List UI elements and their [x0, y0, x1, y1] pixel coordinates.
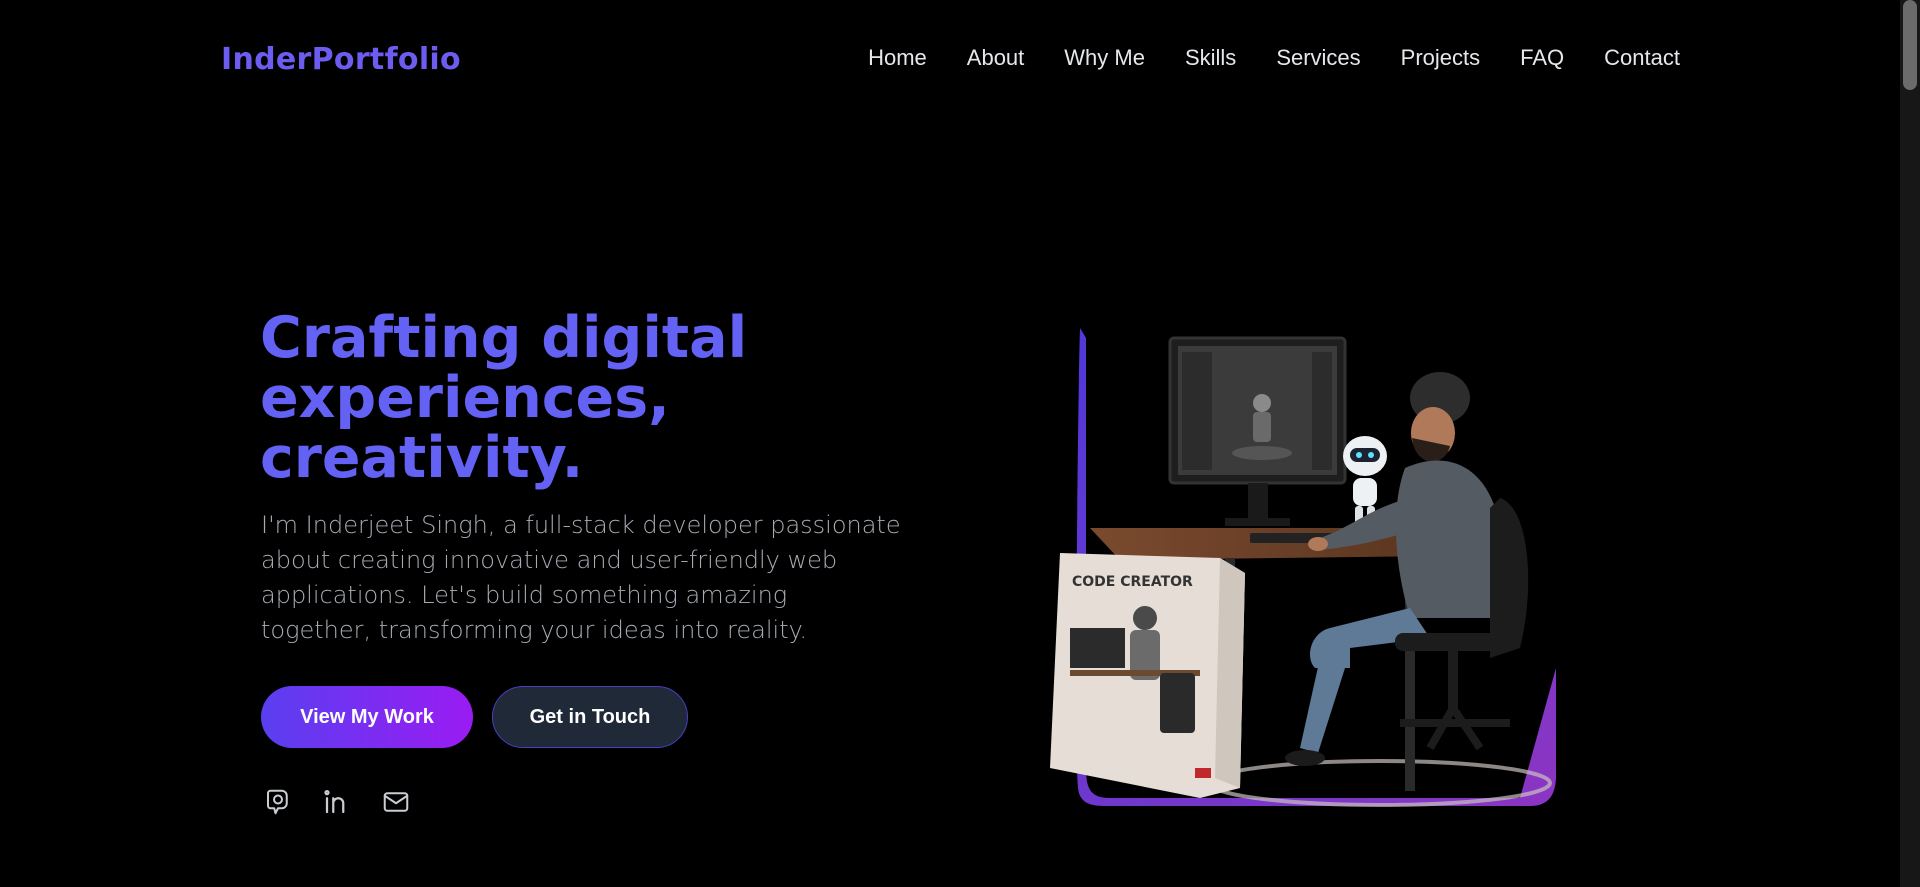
- nav-links: Home About Why Me Skills Services Projec…: [868, 45, 1680, 71]
- navbar: InderPortfolio Home About Why Me Skills …: [0, 0, 1900, 120]
- hero-title-line: Crafting digital: [260, 305, 748, 371]
- nav-link-home[interactable]: Home: [868, 45, 927, 71]
- hero-description: I'm Inderjeet Singh, a full-stack develo…: [261, 511, 901, 644]
- nav-link-services[interactable]: Services: [1276, 45, 1360, 71]
- nav-link-contact[interactable]: Contact: [1604, 45, 1680, 71]
- nav-link-why-me[interactable]: Why Me: [1064, 45, 1145, 71]
- get-in-touch-button[interactable]: Get in Touch: [492, 686, 688, 748]
- box-label: CODE CREATOR: [1072, 574, 1193, 590]
- nav-link-about[interactable]: About: [967, 45, 1025, 71]
- nav-link-faq[interactable]: FAQ: [1520, 45, 1564, 71]
- github-icon[interactable]: [262, 786, 294, 818]
- scrollbar[interactable]: [1900, 0, 1920, 887]
- nav-link-skills[interactable]: Skills: [1185, 45, 1236, 71]
- view-my-work-button[interactable]: View My Work: [261, 686, 473, 748]
- logo-link[interactable]: InderPortfolio: [221, 42, 461, 77]
- hero-title-line: creativity.: [260, 425, 584, 491]
- mail-icon[interactable]: [380, 786, 412, 818]
- linkedin-icon[interactable]: [321, 786, 353, 818]
- nav-link-projects[interactable]: Projects: [1401, 45, 1480, 71]
- social-links: [262, 786, 412, 818]
- hero-illustration: CODE CREATOR: [1050, 328, 1560, 818]
- scrollbar-thumb[interactable]: [1903, 0, 1917, 90]
- hero-title-line: experiences,: [260, 365, 670, 431]
- hero-title: Crafting digital experiences, creativity…: [260, 308, 860, 488]
